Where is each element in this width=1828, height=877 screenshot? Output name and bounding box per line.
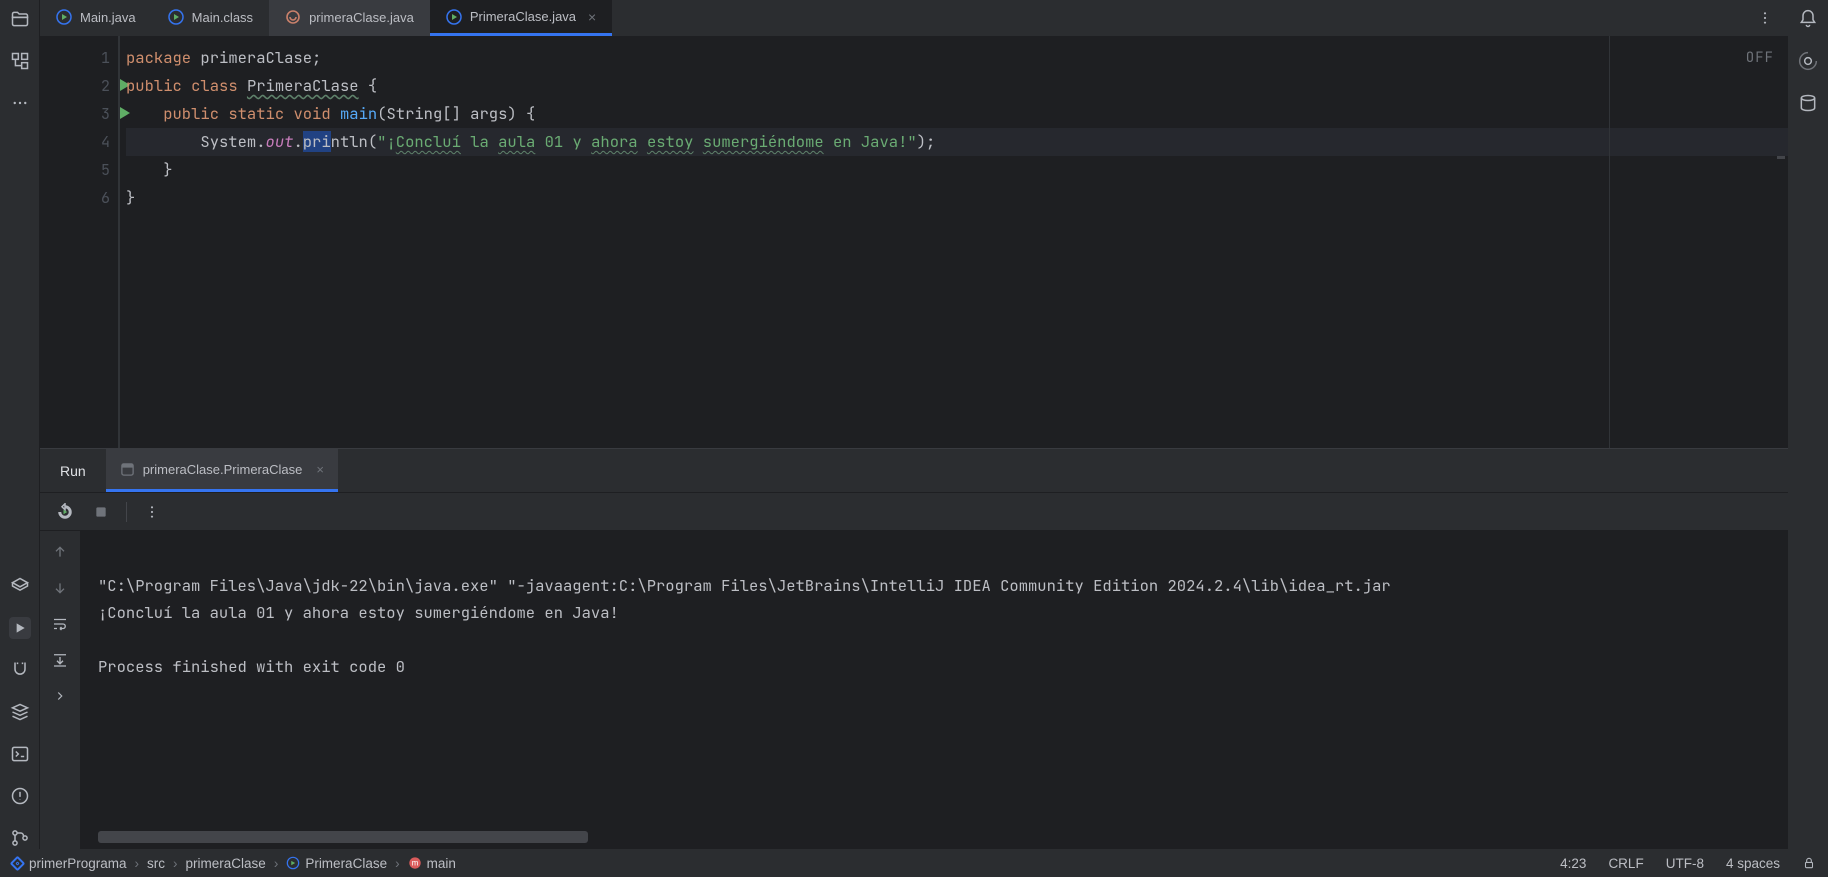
chevron-right-icon: › [395, 856, 400, 871]
vcs-icon[interactable] [9, 827, 31, 849]
chevron-right-icon: › [274, 856, 279, 871]
readonly-icon[interactable] [1802, 856, 1816, 870]
java-run-icon [56, 9, 72, 25]
line-separator[interactable]: CRLF [1608, 856, 1643, 871]
keyword: package [126, 47, 191, 68]
line-number: 6 [101, 188, 110, 208]
right-toolbar [1788, 0, 1828, 849]
console-output[interactable]: "C:\Program Files\Java\jdk-22\bin\java.e… [80, 531, 1788, 849]
svg-text:m: m [411, 859, 418, 868]
left-toolbar [0, 0, 40, 849]
code-area[interactable]: OFF package primeraClase; public class P… [120, 36, 1788, 448]
close-icon[interactable]: × [316, 462, 324, 477]
debug-icon[interactable] [9, 575, 31, 597]
database-icon[interactable] [1797, 92, 1819, 114]
notifications-icon[interactable] [1797, 8, 1819, 30]
breadcrumb[interactable]: src [147, 856, 165, 871]
editor-tabs: Main.java Main.class primeraClase.java P… [40, 0, 1788, 36]
java-run-icon [168, 9, 184, 25]
status-bar: primerPrograma › src › primeraClase › Pr… [0, 849, 1828, 877]
line-number: 4 [101, 132, 110, 152]
line-gutter: 1 2 3 4 5 6 [40, 36, 118, 448]
services-icon[interactable] [9, 701, 31, 723]
down-arrow-icon[interactable] [49, 577, 71, 599]
package-name: primeraClase [200, 47, 312, 68]
run-title: Run [40, 463, 106, 479]
build-icon[interactable] [9, 659, 31, 681]
tab-main-class[interactable]: Main.class [152, 0, 269, 36]
project-icon[interactable] [9, 8, 31, 30]
identifier: System [200, 131, 256, 152]
breadcrumb[interactable]: primerPrograma [29, 856, 127, 871]
tab-label: Main.java [80, 10, 136, 25]
module-icon [10, 855, 26, 871]
close-icon[interactable]: × [588, 9, 596, 25]
run-tool-icon[interactable] [9, 617, 31, 639]
method-call: pri [303, 131, 331, 152]
class-icon [286, 856, 300, 870]
indent-setting[interactable]: 4 spaces [1726, 856, 1780, 871]
more-actions-icon[interactable] [141, 501, 163, 523]
breadcrumb[interactable]: primeraClase [186, 856, 266, 871]
class-name: PrimeraClase [247, 75, 359, 96]
run-config-tab[interactable]: primeraClase.PrimeraClase × [106, 449, 338, 492]
breadcrumb[interactable]: main [427, 856, 456, 871]
tab-primeraclase[interactable]: PrimeraClase.java × [430, 0, 612, 36]
caret-position[interactable]: 4:23 [1560, 856, 1586, 871]
file-encoding[interactable]: UTF-8 [1666, 856, 1704, 871]
breadcrumb[interactable]: PrimeraClase [305, 856, 387, 871]
tab-main-java[interactable]: Main.java [40, 0, 152, 36]
string: "¡ [377, 131, 396, 152]
keyword: public [163, 103, 219, 124]
soft-wrap-icon[interactable] [49, 613, 71, 635]
tab-label: PrimeraClase.java [470, 9, 576, 24]
java-run-icon [446, 9, 462, 25]
chevron-right-icon: › [135, 856, 140, 871]
field: out [266, 131, 294, 152]
run-tab-label: primeraClase.PrimeraClase [143, 462, 303, 477]
string: Concluí [396, 131, 461, 152]
console-line: "C:\Program Files\Java\jdk-22\bin\java.e… [98, 575, 1391, 596]
keyword: void [293, 103, 330, 124]
console-line: Process finished with exit code 0 [98, 656, 405, 677]
run-tool-window: Run primeraClase.PrimeraClase × "C:\Prog… [40, 448, 1788, 849]
inspections-off-badge[interactable]: OFF [1746, 44, 1774, 72]
console-gutter [40, 531, 80, 849]
stop-icon[interactable] [90, 501, 112, 523]
code-editor[interactable]: 1 2 3 4 5 6 OFF package primeraClase; pu… [40, 36, 1788, 448]
structure-icon[interactable] [9, 50, 31, 72]
right-margin [1609, 36, 1610, 448]
tab-primeraclase-lc[interactable]: primeraClase.java [269, 0, 430, 36]
rerun-icon[interactable] [54, 501, 76, 523]
keyword: class [191, 75, 238, 96]
params: (String[] args) [377, 103, 517, 124]
run-toolbar [40, 493, 1788, 531]
chevron-right-icon: › [173, 856, 178, 871]
scroll-to-end-icon[interactable] [49, 649, 71, 671]
scrollbar-mark [1777, 156, 1785, 159]
method-icon: m [408, 856, 422, 870]
terminal-icon[interactable] [9, 743, 31, 765]
run-tabs: Run primeraClase.PrimeraClase × [40, 449, 1788, 493]
method-name: main [340, 103, 377, 124]
chevron-right-icon[interactable] [49, 685, 71, 707]
keyword: public [126, 75, 182, 96]
java-file-icon [285, 9, 301, 25]
tab-label: Main.class [192, 10, 253, 25]
line-number: 1 [101, 48, 110, 68]
console-line: ¡Concluí la aula 01 y ahora estoy sumerg… [98, 602, 619, 623]
problems-icon[interactable] [9, 785, 31, 807]
tab-label: primeraClase.java [309, 10, 414, 25]
line-number: 5 [101, 160, 110, 180]
ai-assistant-icon[interactable] [1797, 50, 1819, 72]
more-icon[interactable] [9, 92, 31, 114]
line-number: 3 [101, 104, 110, 124]
application-icon [120, 462, 135, 477]
horizontal-scrollbar[interactable] [98, 831, 588, 843]
up-arrow-icon[interactable] [49, 541, 71, 563]
line-number: 2 [101, 76, 110, 96]
tab-overflow-icon[interactable] [1754, 7, 1776, 29]
keyword: static [228, 103, 284, 124]
